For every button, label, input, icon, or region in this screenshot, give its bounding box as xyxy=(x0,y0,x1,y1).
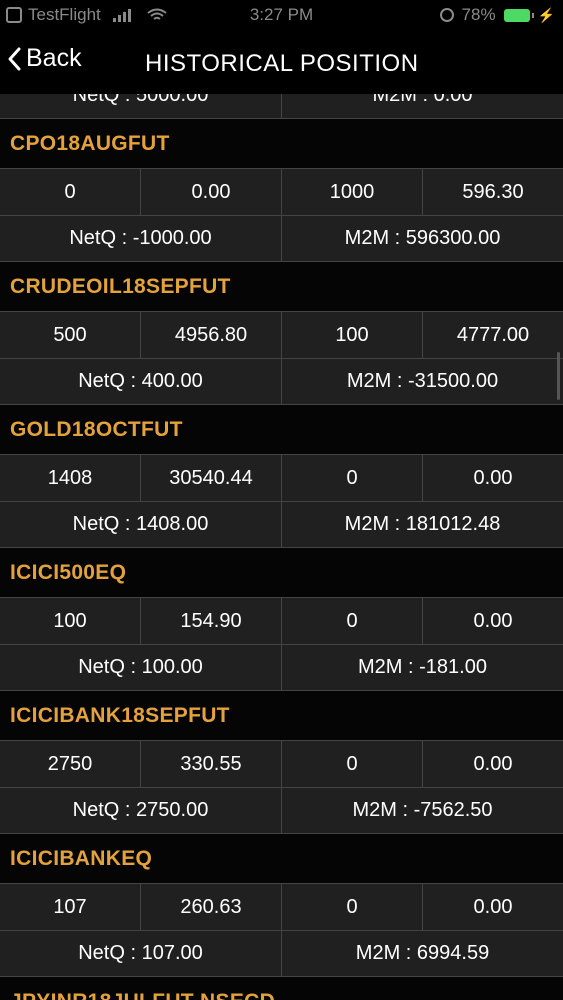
netq-cell: NetQ : 107.00 xyxy=(78,942,203,964)
value-cell: 100 xyxy=(281,312,422,358)
summary-row: NetQ : 1408.00 M2M : 181012.48 xyxy=(0,501,563,547)
summary-row: NetQ : 400.00 M2M : -31500.00 xyxy=(0,358,563,404)
symbol-header[interactable]: ICICI500EQ xyxy=(0,547,563,597)
positions-list[interactable]: NetQ : 5000.00 M2M : 0.00 CPO18AUGFUT 0 0.… xyxy=(0,94,563,1000)
summary-row: NetQ : 5000.00 M2M : 0.00 xyxy=(0,94,563,118)
value-cell: 0 xyxy=(281,455,422,501)
status-right: 78% ⚡ xyxy=(439,5,555,25)
m2m-cell: M2M : -7562.50 xyxy=(281,788,563,833)
charging-icon: ⚡ xyxy=(537,6,555,23)
navigation-bar: Back HISTORICAL POSITION xyxy=(0,32,563,94)
summary-row: NetQ : -1000.00 M2M : 596300.00 xyxy=(0,215,563,261)
symbol-header[interactable]: ICICIBANKEQ xyxy=(0,833,563,883)
m2m-cell: M2M : 596300.00 xyxy=(281,216,563,261)
values-row: 0 0.00 1000 596.30 xyxy=(0,168,563,215)
m2m-cell: M2M : -31500.00 xyxy=(281,359,563,404)
value-cell: 107 xyxy=(53,895,87,918)
value-cell: 4777.00 xyxy=(422,312,563,358)
page-title: HISTORICAL POSITION xyxy=(145,50,419,77)
m2m-cell: M2M : 0.00 xyxy=(281,94,563,118)
back-button[interactable]: Back xyxy=(4,44,82,73)
battery-icon xyxy=(503,8,534,22)
value-cell: 4956.80 xyxy=(140,312,281,358)
summary-row: NetQ : 107.00 M2M : 6994.59 xyxy=(0,930,563,976)
scroll-indicator[interactable] xyxy=(557,352,560,400)
netq-cell: NetQ : -1000.00 xyxy=(69,227,212,249)
chevron-left-icon xyxy=(8,47,21,70)
symbol-header[interactable]: CPO18AUGFUT xyxy=(0,118,563,168)
value-cell: 1000 xyxy=(281,169,422,215)
symbol-header[interactable]: GOLD18OCTFUT xyxy=(0,404,563,454)
battery-percent: 78% xyxy=(461,5,496,24)
netq-cell: NetQ : 2750.00 xyxy=(72,799,209,821)
value-cell: 0.00 xyxy=(422,741,563,787)
value-cell: 0 xyxy=(281,741,422,787)
symbol-header[interactable]: JPYINR18JULFUT-NSECD xyxy=(0,976,563,1000)
back-label: Back xyxy=(26,44,82,72)
m2m-cell: M2M : 6994.59 xyxy=(281,931,563,976)
values-row: 100 154.90 0 0.00 xyxy=(0,597,563,644)
symbol-header[interactable]: CRUDEOIL18SEPFUT xyxy=(0,261,563,311)
m2m-cell: M2M : -181.00 xyxy=(281,645,563,690)
summary-row: NetQ : 100.00 M2M : -181.00 xyxy=(0,644,563,690)
value-cell: 2750 xyxy=(47,752,93,775)
value-cell: 0 xyxy=(281,598,422,644)
value-cell: 260.63 xyxy=(140,884,281,930)
value-cell: 0 xyxy=(64,180,76,203)
netq-cell: NetQ : 5000.00 xyxy=(72,94,209,106)
value-cell: 1408 xyxy=(47,466,93,489)
value-cell: 0 xyxy=(281,884,422,930)
value-cell: 500 xyxy=(53,323,87,346)
rotation-lock-icon xyxy=(439,8,454,22)
netq-cell: NetQ : 100.00 xyxy=(78,656,203,678)
value-cell: 0.00 xyxy=(140,169,281,215)
m2m-cell: M2M : 181012.48 xyxy=(281,502,563,547)
value-cell: 100 xyxy=(53,609,87,632)
values-row: 107 260.63 0 0.00 xyxy=(0,883,563,930)
value-cell: 30540.44 xyxy=(140,455,281,501)
status-bar: TestFlight 3:27 PM 78% ⚡ xyxy=(0,0,563,32)
value-cell: 0.00 xyxy=(422,598,563,644)
values-row: 1408 30540.44 0 0.00 xyxy=(0,454,563,501)
values-row: 2750 330.55 0 0.00 xyxy=(0,740,563,787)
value-cell: 0.00 xyxy=(422,884,563,930)
netq-cell: NetQ : 1408.00 xyxy=(72,513,209,535)
values-row: 500 4956.80 100 4777.00 xyxy=(0,311,563,358)
value-cell: 0.00 xyxy=(422,455,563,501)
summary-row: NetQ : 2750.00 M2M : -7562.50 xyxy=(0,787,563,833)
value-cell: 596.30 xyxy=(422,169,563,215)
symbol-header[interactable]: ICICIBANK18SEPFUT xyxy=(0,690,563,740)
positions-list-inner: NetQ : 5000.00 M2M : 0.00 CPO18AUGFUT 0 0.… xyxy=(0,94,563,1000)
value-cell: 330.55 xyxy=(140,741,281,787)
value-cell: 154.90 xyxy=(140,598,281,644)
netq-cell: NetQ : 400.00 xyxy=(78,370,203,392)
